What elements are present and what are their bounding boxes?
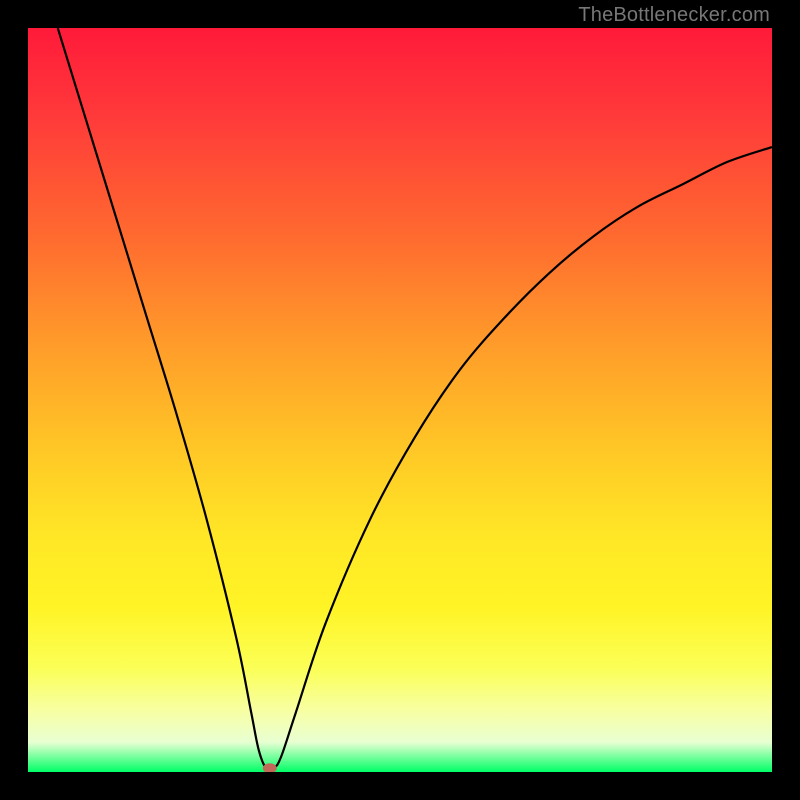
chart-frame: TheBottlenecker.com: [0, 0, 800, 800]
watermark-text: TheBottlenecker.com: [578, 4, 770, 27]
bottleneck-curve: [58, 28, 772, 770]
curve-layer: [28, 28, 772, 772]
plot-area: [28, 28, 772, 772]
